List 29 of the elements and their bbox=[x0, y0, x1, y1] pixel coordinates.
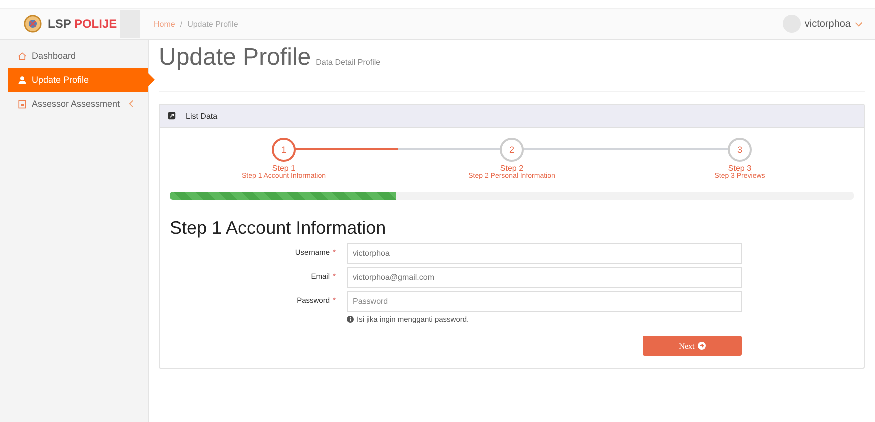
user-menu[interactable]: victorphoa bbox=[782, 15, 863, 33]
brand-name: LSP POLIJE bbox=[48, 17, 118, 31]
input-field[interactable]: victorphoa bbox=[347, 243, 742, 264]
panel-title: List Data bbox=[186, 112, 218, 120]
info-icon bbox=[347, 316, 354, 323]
step-title: Step 2 bbox=[500, 164, 524, 173]
sidebar-item[interactable]: Dashboard bbox=[8, 44, 148, 68]
home-icon bbox=[18, 52, 27, 60]
caret-icon bbox=[855, 22, 863, 26]
user-icon bbox=[18, 76, 27, 84]
panel-icon bbox=[168, 112, 176, 120]
page-subtitle: Data Detail Profile bbox=[316, 58, 381, 67]
breadcrumb-separator: / bbox=[180, 20, 183, 28]
page-title: Update Profile bbox=[159, 44, 312, 72]
input-field[interactable]: victorphoa@gmail.com bbox=[347, 267, 742, 288]
breadcrumb-current: Update Profile bbox=[188, 20, 238, 28]
document-icon bbox=[18, 100, 27, 108]
step-title: Step 1 bbox=[272, 164, 296, 173]
step-title: Step 3 bbox=[728, 164, 752, 173]
form-heading: Step 1 Account Information bbox=[170, 218, 388, 239]
step-circle[interactable]: 1 bbox=[272, 138, 296, 162]
sidebar-item[interactable]: Assessor Assessment bbox=[8, 92, 148, 116]
next-button[interactable]: Next bbox=[643, 336, 742, 356]
breadcrumb-link[interactable]: Home bbox=[154, 20, 176, 28]
arrow-icon bbox=[698, 342, 706, 350]
input-field[interactable]: Password bbox=[347, 291, 742, 312]
logo-icon bbox=[24, 15, 42, 33]
step-circle[interactable]: 3 bbox=[728, 138, 752, 162]
step-circle[interactable]: 2 bbox=[500, 138, 524, 162]
